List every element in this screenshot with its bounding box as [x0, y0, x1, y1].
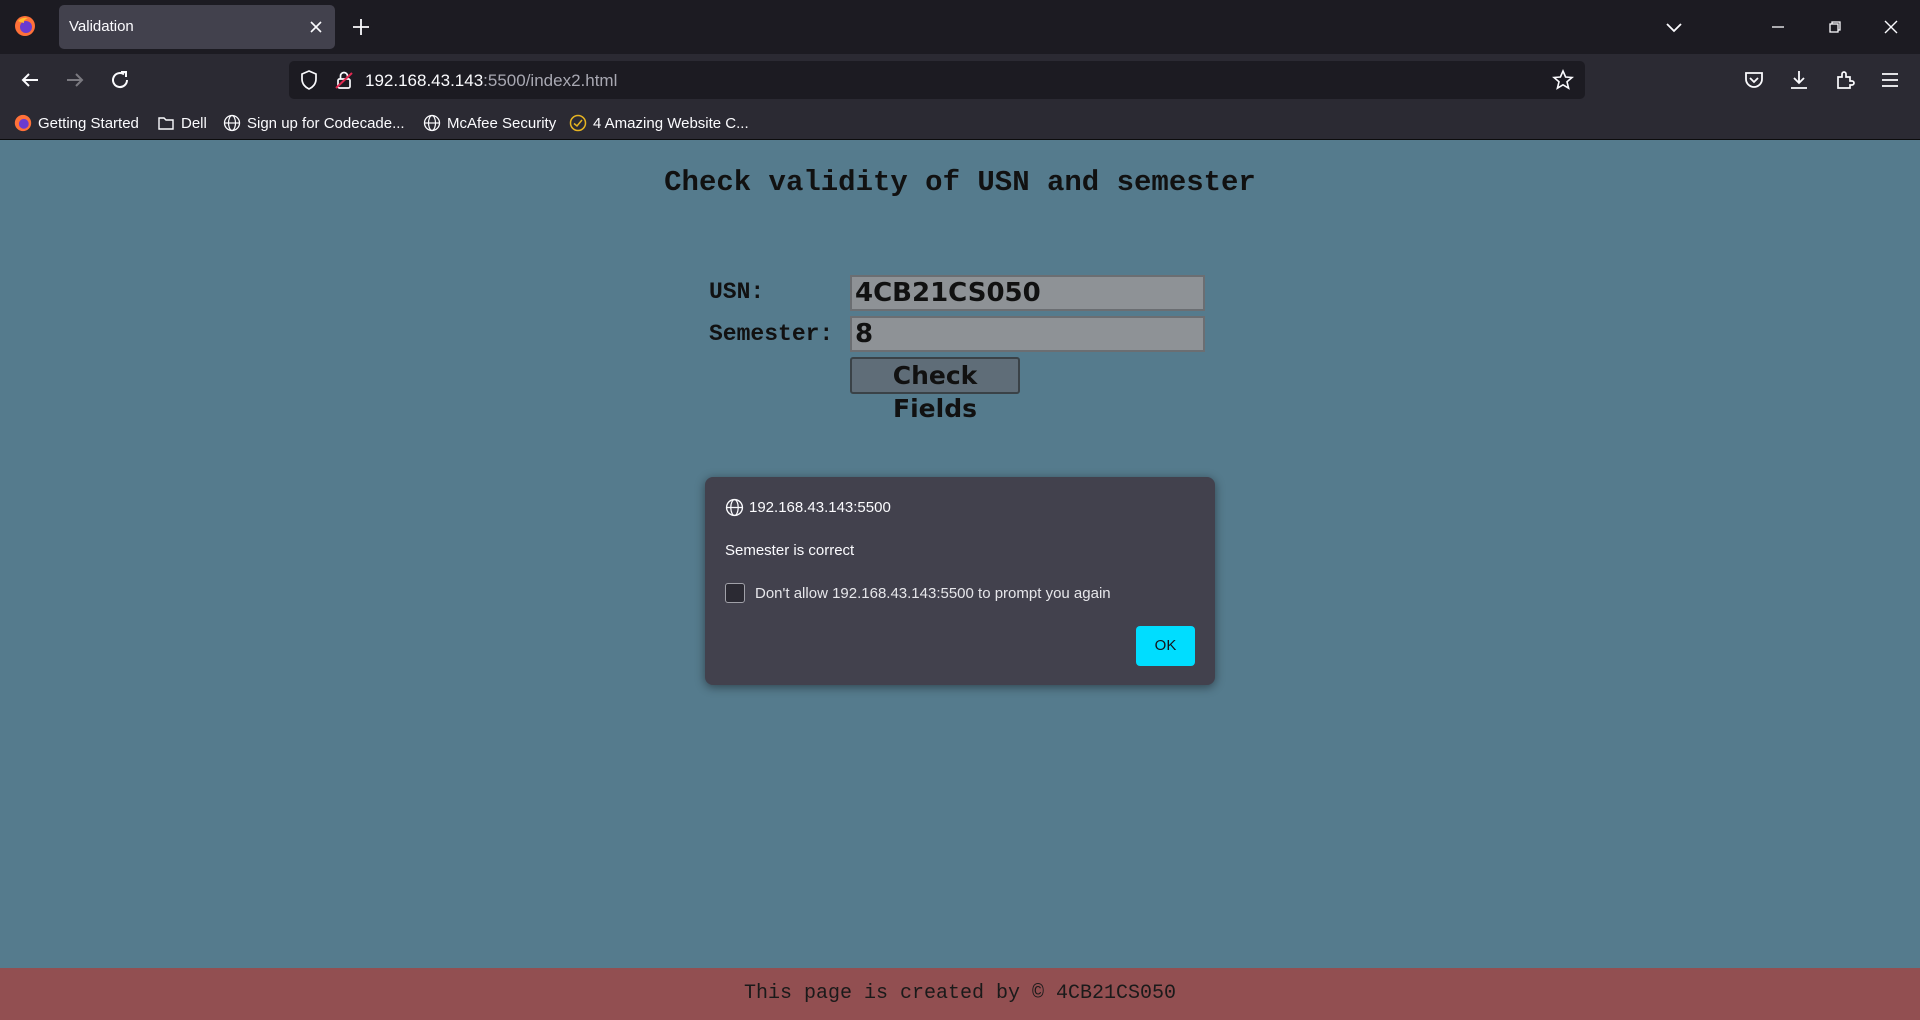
semester-label: Semester:: [709, 321, 834, 347]
firefox-icon[interactable]: [14, 15, 36, 37]
firefox-icon: [14, 114, 32, 132]
navigation-toolbar: 192.168.43.143:5500/index2.html: [0, 54, 1920, 106]
reload-icon[interactable]: [108, 68, 132, 92]
alert-dialog: 192.168.43.143:5500 Semester is correct …: [705, 477, 1215, 685]
dialog-origin: 192.168.43.143:5500: [725, 498, 891, 517]
url-host: 192.168.43.143: [365, 71, 484, 90]
window-close-icon[interactable]: [1878, 14, 1904, 40]
extensions-icon[interactable]: [1833, 68, 1857, 92]
page-title: Check validity of USN and semester: [664, 166, 1256, 199]
bookmark-amazing-websites[interactable]: 4 Amazing Website C...: [569, 113, 749, 133]
check-circle-icon: [569, 114, 587, 132]
back-arrow-icon[interactable]: [18, 68, 42, 92]
globe-icon: [423, 114, 441, 132]
insecure-lock-icon[interactable]: [332, 68, 356, 92]
bookmark-label: 4 Amazing Website C...: [593, 114, 749, 132]
bookmarks-toolbar: Getting Started Dell Sign up for Codecad…: [0, 106, 1920, 140]
dont-allow-prompt-option[interactable]: Don't allow 192.168.43.143:5500 to promp…: [725, 583, 1111, 603]
bookmark-getting-started[interactable]: Getting Started: [14, 113, 139, 133]
usn-input[interactable]: 4CB21CS050: [850, 275, 1205, 311]
bookmark-dell[interactable]: Dell: [157, 113, 207, 133]
tab-validation[interactable]: Validation: [59, 5, 335, 49]
dialog-message: Semester is correct: [725, 542, 855, 559]
globe-icon: [725, 498, 744, 517]
url-path: :5500/index2.html: [483, 71, 618, 90]
chevron-down-icon[interactable]: [1663, 16, 1685, 38]
dont-allow-checkbox[interactable]: [725, 583, 745, 603]
page-footer: This page is created by © 4CB21CS050: [0, 968, 1920, 1020]
shield-icon[interactable]: [297, 68, 321, 92]
folder-icon: [158, 117, 174, 130]
bookmark-codecademy[interactable]: Sign up for Codecade...: [223, 113, 405, 133]
pocket-icon[interactable]: [1742, 68, 1766, 92]
usn-label: USN:: [709, 279, 765, 305]
bookmark-label: Dell: [181, 114, 207, 132]
bookmark-mcafee[interactable]: McAfee Security: [423, 113, 556, 133]
forward-arrow-icon[interactable]: [63, 68, 87, 92]
menu-hamburger-icon[interactable]: [1878, 68, 1902, 92]
dont-allow-label: Don't allow 192.168.43.143:5500 to promp…: [755, 584, 1111, 602]
close-icon[interactable]: [307, 18, 325, 36]
semester-input[interactable]: 8: [850, 316, 1205, 352]
url-text: 192.168.43.143:5500/index2.html: [365, 71, 617, 91]
bookmark-label: Sign up for Codecade...: [247, 114, 405, 132]
bookmark-label: McAfee Security: [447, 114, 557, 132]
ok-button[interactable]: OK: [1136, 626, 1195, 666]
tab-title: Validation: [69, 18, 134, 35]
download-icon[interactable]: [1787, 68, 1811, 92]
dialog-origin-text: 192.168.43.143:5500: [749, 499, 891, 516]
globe-icon: [223, 114, 241, 132]
address-bar[interactable]: 192.168.43.143:5500/index2.html: [289, 61, 1585, 99]
restore-icon[interactable]: [1822, 14, 1848, 40]
plus-icon[interactable]: [349, 15, 373, 39]
check-fields-button[interactable]: Check Fields: [850, 357, 1020, 423]
tab-bar: Validation: [0, 0, 1920, 54]
bookmark-star-icon[interactable]: [1551, 68, 1575, 92]
bookmark-label: Getting Started: [38, 114, 139, 132]
minimize-icon[interactable]: [1765, 14, 1791, 40]
